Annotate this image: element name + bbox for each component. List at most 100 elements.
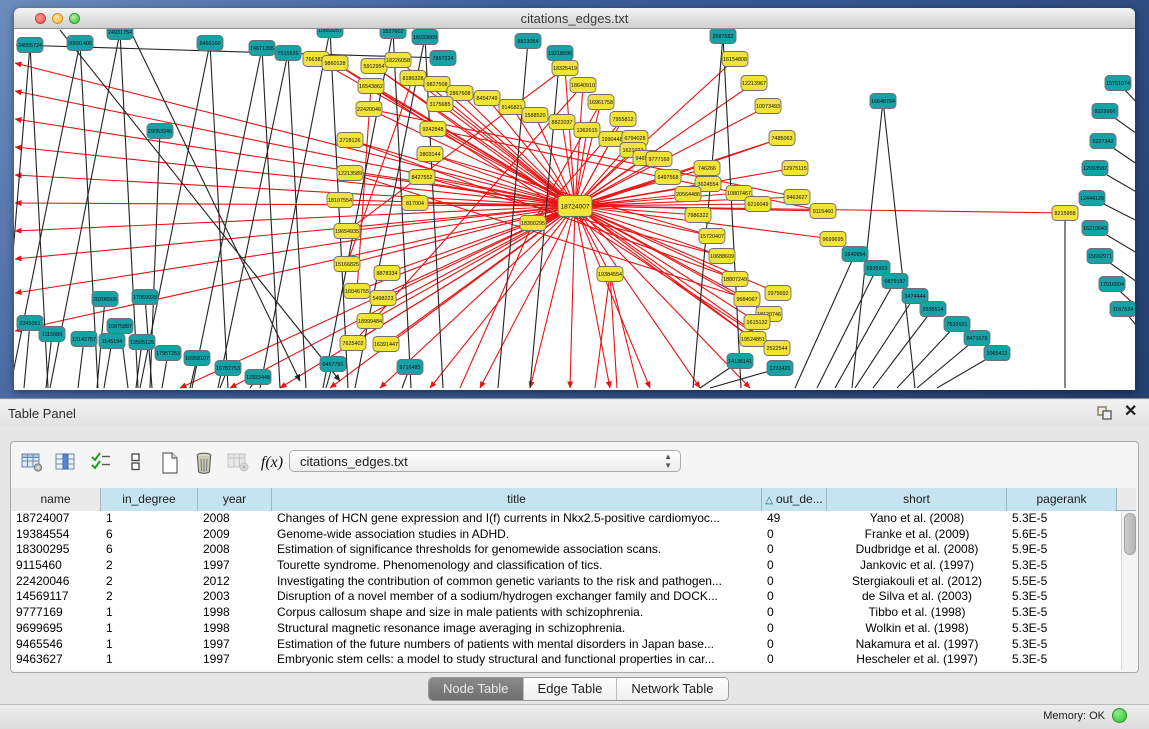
cell-pagerank[interactable]: 5.9E-5 xyxy=(1007,542,1117,558)
table-row[interactable]: 1872400712008Changes of HCN gene express… xyxy=(11,511,1121,527)
graph-node[interactable]: 1588520 xyxy=(522,108,548,123)
cell-title[interactable]: Embryonic stem cells: a model to study s… xyxy=(272,652,762,668)
graph-node[interactable]: 2522544 xyxy=(764,341,790,356)
graph-node[interactable]: 8215958 xyxy=(1052,206,1078,221)
graph-node[interactable]: 1615132 xyxy=(744,315,770,330)
graph-node[interactable]: 24931754 xyxy=(107,29,133,40)
graph-node[interactable]: 22420046 xyxy=(356,102,382,117)
cell-short[interactable]: Tibbo et al. (1998) xyxy=(827,605,1007,621)
graph-node[interactable]: 2935514 xyxy=(920,302,946,317)
cell-in_degree[interactable]: 6 xyxy=(101,527,198,543)
graph-node[interactable]: 16210643 xyxy=(1082,221,1108,236)
cell-pagerank[interactable]: 5.6E-5 xyxy=(1007,527,1117,543)
network-view[interactable]: 1872400718300295766382298601285912954182… xyxy=(14,29,1135,390)
graph-node[interactable]: 12444129 xyxy=(1079,191,1105,206)
graph-node[interactable]: 16961758 xyxy=(588,95,614,110)
graph-node[interactable]: 12213967 xyxy=(741,76,767,91)
graph-node[interactable]: 5498223 xyxy=(370,291,396,306)
cell-title[interactable]: Investigating the contribution of common… xyxy=(272,574,762,590)
cell-short[interactable]: Jankovic et al. (1997) xyxy=(827,558,1007,574)
graph-node[interactable]: 9115460 xyxy=(810,204,836,219)
graph-node[interactable]: 12923448 xyxy=(245,370,271,385)
graph-node[interactable]: 16648784 xyxy=(870,94,896,109)
cell-name[interactable]: 9777169 xyxy=(11,605,101,621)
cell-title[interactable]: Estimation of the future numbers of pati… xyxy=(272,637,762,653)
graph-node[interactable]: 12213589 xyxy=(337,166,363,181)
graph-node[interactable]: 18300295 xyxy=(520,216,546,231)
graph-node[interactable]: 18807249 xyxy=(722,272,748,287)
graph-node[interactable]: 1065412 xyxy=(984,346,1010,361)
cell-year[interactable]: 1998 xyxy=(198,605,272,621)
cell-in_degree[interactable]: 1 xyxy=(101,511,198,527)
memory-ok-led-icon[interactable] xyxy=(1112,708,1127,723)
cell-year[interactable]: 2008 xyxy=(198,542,272,558)
graph-node[interactable]: 18999484 xyxy=(357,314,383,329)
graph-node[interactable]: 15166825 xyxy=(334,257,360,272)
cell-short[interactable]: de Silva et al. (2003) xyxy=(827,589,1007,605)
graph-node[interactable]: 1115689 xyxy=(39,327,65,342)
graph-node[interactable]: 7986322 xyxy=(685,208,711,223)
graph-node[interactable]: 2803144 xyxy=(417,147,443,162)
show-columns-icon[interactable] xyxy=(53,450,79,476)
cell-name[interactable]: 18724007 xyxy=(11,511,101,527)
graph-node[interactable]: 16543862 xyxy=(358,79,384,94)
cell-year[interactable]: 2008 xyxy=(198,511,272,527)
graph-node[interactable]: 17957253 xyxy=(155,346,181,361)
graph-node[interactable]: 7625402 xyxy=(340,336,366,351)
graph-node[interactable]: 9684067 xyxy=(734,292,760,307)
cell-name[interactable]: 9465546 xyxy=(11,637,101,653)
select-columns-icon[interactable] xyxy=(88,450,114,476)
graph-node[interactable]: 9860128 xyxy=(322,56,348,71)
column-header-year[interactable]: year xyxy=(198,488,272,511)
graph-node[interactable]: 14136141 xyxy=(727,354,753,369)
graph-node[interactable]: 15720407 xyxy=(699,229,725,244)
graph-node[interactable]: 8454749 xyxy=(474,91,500,106)
cell-out_de[interactable]: 0 xyxy=(762,621,827,637)
graph-node[interactable]: 9716485 xyxy=(397,360,423,375)
graph-node[interactable]: 8471676 xyxy=(964,331,990,346)
graph-node[interactable]: 9227342 xyxy=(1090,134,1116,149)
graph-node[interactable]: 7857224 xyxy=(430,51,456,66)
cell-in_degree[interactable]: 1 xyxy=(101,605,198,621)
graph-node[interactable]: 12975115 xyxy=(782,161,808,176)
graph-node[interactable]: 10653257 xyxy=(317,29,343,38)
scrollbar-thumb[interactable] xyxy=(1124,513,1136,555)
cell-year[interactable]: 1997 xyxy=(198,558,272,574)
graph-node[interactable]: 12093582 xyxy=(1082,161,1108,176)
cell-in_degree[interactable]: 1 xyxy=(101,637,198,653)
graph-node[interactable]: 1527602 xyxy=(380,29,406,39)
cell-in_degree[interactable]: 1 xyxy=(101,652,198,668)
cell-in_degree[interactable]: 2 xyxy=(101,558,198,574)
cell-title[interactable]: Structural magnetic resonance image aver… xyxy=(272,621,762,637)
function-builder-icon[interactable]: f(x) xyxy=(259,450,285,476)
column-header-in_degree[interactable]: in_degree xyxy=(101,488,198,511)
graph-node[interactable]: 2345051 xyxy=(17,316,43,331)
row-height-icon[interactable] xyxy=(123,450,149,476)
table-row[interactable]: 1830029562008Estimation of significance … xyxy=(11,542,1121,558)
tab-edge-table[interactable]: Edge Table xyxy=(524,678,618,700)
table-mode-icon[interactable] xyxy=(19,450,45,476)
cell-title[interactable]: Disruption of a novel member of a sodium… xyxy=(272,589,762,605)
graph-node[interactable]: 8822037 xyxy=(549,115,575,130)
cell-pagerank[interactable]: 5.3E-5 xyxy=(1007,652,1117,668)
graph-node[interactable]: 18325419 xyxy=(552,61,578,76)
graph-node[interactable]: 2687682 xyxy=(710,29,736,44)
graph-node[interactable]: 19524851 xyxy=(740,332,766,347)
graph-node[interactable]: 8186328 xyxy=(400,71,426,86)
cell-pagerank[interactable]: 5.3E-5 xyxy=(1007,605,1117,621)
graph-node[interactable]: 8813054 xyxy=(515,34,541,49)
cell-short[interactable]: Franke et al. (2009) xyxy=(827,527,1007,543)
cell-pagerank[interactable]: 5.3E-5 xyxy=(1007,558,1117,574)
graph-node[interactable]: 7632621 xyxy=(944,317,970,332)
graph-node[interactable]: 1640954 xyxy=(842,247,868,262)
cell-year[interactable]: 2012 xyxy=(198,574,272,590)
graph-node[interactable]: 14671355 xyxy=(249,41,275,56)
cell-name[interactable]: 9463627 xyxy=(11,652,101,668)
graph-node[interactable]: 10973493 xyxy=(755,99,781,114)
graph-node[interactable]: 16958107 xyxy=(184,351,210,366)
cell-out_de[interactable]: 49 xyxy=(762,511,827,527)
cell-title[interactable]: Tourette syndrome. Phenomenology and cla… xyxy=(272,558,762,574)
graph-node[interactable]: 16782753 xyxy=(215,361,241,376)
graph-node[interactable]: 16046755 xyxy=(344,284,370,299)
cell-name[interactable]: 18300295 xyxy=(11,542,101,558)
